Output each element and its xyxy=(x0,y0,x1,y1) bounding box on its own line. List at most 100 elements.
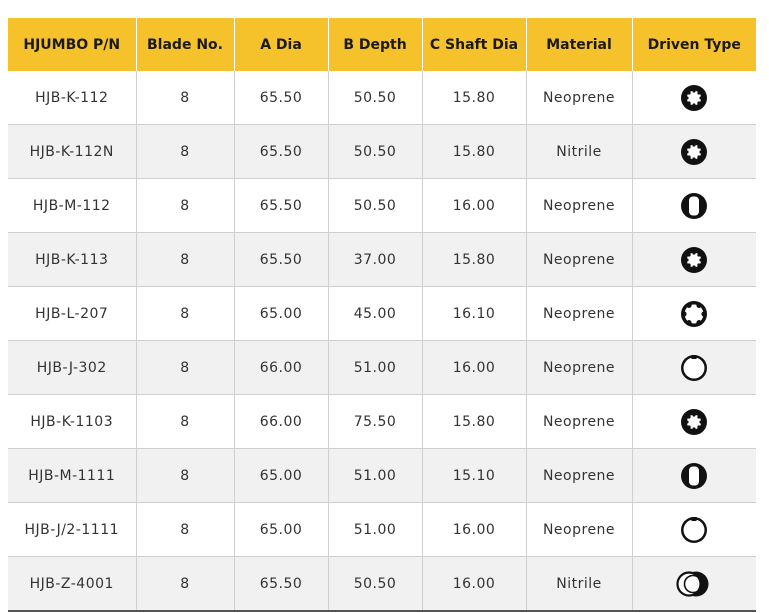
cell-a-dia: 65.50 xyxy=(234,556,329,612)
table-row: HJB-K-1103 8 66.00 75.50 15.80 Neoprene xyxy=(8,394,756,449)
cell-material: Neoprene xyxy=(526,178,633,233)
cell-part-number: HJB-K-112N xyxy=(8,124,137,179)
cell-driven-type xyxy=(632,232,756,287)
table-row: HJB-K-113 8 65.50 37.00 15.80 Neoprene xyxy=(8,232,756,287)
column-header-c-shaft-dia: C Shaft Dia xyxy=(422,18,527,71)
column-header-part-number: HJUMBO P/N xyxy=(8,18,137,71)
cell-blade-no: 8 xyxy=(136,556,235,612)
cell-c-shaft-dia: 16.00 xyxy=(422,556,527,612)
cell-c-shaft-dia: 15.80 xyxy=(422,394,527,449)
cell-a-dia: 65.50 xyxy=(234,232,329,287)
table-row: HJB-M-112 8 65.50 50.50 16.00 Neoprene xyxy=(8,178,756,233)
cell-b-depth: 37.00 xyxy=(328,232,423,287)
double-flat-icon xyxy=(679,461,709,491)
cell-c-shaft-dia: 16.00 xyxy=(422,340,527,395)
cell-blade-no: 8 xyxy=(136,71,235,125)
table-row: HJB-J-302 8 66.00 51.00 16.00 Neoprene xyxy=(8,340,756,395)
cell-part-number: HJB-J-302 xyxy=(8,340,137,395)
keyed-ring-icon xyxy=(679,515,709,545)
cell-blade-no: 8 xyxy=(136,124,235,179)
table-row: HJB-M-1111 8 65.00 51.00 15.10 Neoprene xyxy=(8,448,756,503)
spline-ring-icon xyxy=(679,299,709,329)
cell-b-depth: 51.00 xyxy=(328,448,423,503)
double-flat-icon xyxy=(679,191,709,221)
cell-a-dia: 66.00 xyxy=(234,394,329,449)
cell-a-dia: 65.50 xyxy=(234,71,329,125)
cell-driven-type xyxy=(632,448,756,503)
column-header-a-dia: A Dia xyxy=(234,18,329,71)
cell-material: Neoprene xyxy=(526,340,633,395)
cell-blade-no: 8 xyxy=(136,340,235,395)
cell-c-shaft-dia: 15.10 xyxy=(422,448,527,503)
cell-a-dia: 65.00 xyxy=(234,502,329,557)
cell-blade-no: 8 xyxy=(136,286,235,341)
cell-driven-type xyxy=(632,124,756,179)
cell-part-number: HJB-M-1111 xyxy=(8,448,137,503)
cell-part-number: HJB-Z-4001 xyxy=(8,556,137,612)
cell-b-depth: 75.50 xyxy=(328,394,423,449)
cell-driven-type xyxy=(632,178,756,233)
cell-b-depth: 50.50 xyxy=(328,124,423,179)
table-row: HJB-Z-4001 8 65.50 50.50 16.00 Nitrile xyxy=(8,556,756,612)
cell-c-shaft-dia: 15.80 xyxy=(422,71,527,125)
cell-driven-type xyxy=(632,286,756,341)
cell-c-shaft-dia: 15.80 xyxy=(422,232,527,287)
table-row: HJB-J/2-1111 8 65.00 51.00 16.00 Neoprene xyxy=(8,502,756,557)
cell-material: Neoprene xyxy=(526,448,633,503)
cell-driven-type xyxy=(632,394,756,449)
offset-circles-icon xyxy=(674,569,714,599)
cell-material: Neoprene xyxy=(526,394,633,449)
cell-a-dia: 65.00 xyxy=(234,286,329,341)
keyed-ring-icon xyxy=(679,353,709,383)
cell-b-depth: 45.00 xyxy=(328,286,423,341)
cell-part-number: HJB-K-113 xyxy=(8,232,137,287)
table-row: HJB-K-112 8 65.50 50.50 15.80 Neoprene xyxy=(8,71,756,125)
cell-a-dia: 65.50 xyxy=(234,124,329,179)
cell-c-shaft-dia: 16.10 xyxy=(422,286,527,341)
cell-a-dia: 65.00 xyxy=(234,448,329,503)
gear-circle-icon xyxy=(679,83,709,113)
cell-b-depth: 50.50 xyxy=(328,71,423,125)
cell-driven-type xyxy=(632,556,756,612)
cell-part-number: HJB-M-112 xyxy=(8,178,137,233)
cell-material: Nitrile xyxy=(526,124,633,179)
cell-driven-type xyxy=(632,340,756,395)
header-row: HJUMBO P/N Blade No. A Dia B Depth C Sha… xyxy=(8,18,756,71)
cell-a-dia: 66.00 xyxy=(234,340,329,395)
column-header-b-depth: B Depth xyxy=(328,18,423,71)
cell-blade-no: 8 xyxy=(136,394,235,449)
cell-material: Nitrile xyxy=(526,556,633,612)
cell-blade-no: 8 xyxy=(136,232,235,287)
cell-b-depth: 51.00 xyxy=(328,502,423,557)
cell-c-shaft-dia: 16.00 xyxy=(422,178,527,233)
cell-a-dia: 65.50 xyxy=(234,178,329,233)
cell-driven-type xyxy=(632,502,756,557)
cell-part-number: HJB-K-1103 xyxy=(8,394,137,449)
gear-circle-icon xyxy=(679,245,709,275)
column-header-driven-type: Driven Type xyxy=(632,18,756,71)
cell-material: Neoprene xyxy=(526,71,633,125)
gear-circle-icon xyxy=(679,137,709,167)
impeller-spec-table: HJUMBO P/N Blade No. A Dia B Depth C Sha… xyxy=(8,18,756,612)
cell-part-number: HJB-J/2-1111 xyxy=(8,502,137,557)
column-header-blade-no: Blade No. xyxy=(136,18,235,71)
impeller-spec-table-container: HJUMBO P/N Blade No. A Dia B Depth C Sha… xyxy=(8,18,756,612)
cell-material: Neoprene xyxy=(526,286,633,341)
cell-blade-no: 8 xyxy=(136,448,235,503)
cell-c-shaft-dia: 15.80 xyxy=(422,124,527,179)
table-row: HJB-L-207 8 65.00 45.00 16.10 Neoprene xyxy=(8,286,756,341)
cell-b-depth: 50.50 xyxy=(328,178,423,233)
column-header-material: Material xyxy=(526,18,633,71)
cell-part-number: HJB-K-112 xyxy=(8,71,137,125)
cell-material: Neoprene xyxy=(526,502,633,557)
gear-circle-icon xyxy=(679,407,709,437)
cell-blade-no: 8 xyxy=(136,502,235,557)
cell-material: Neoprene xyxy=(526,232,633,287)
cell-b-depth: 50.50 xyxy=(328,556,423,612)
cell-driven-type xyxy=(632,71,756,125)
cell-c-shaft-dia: 16.00 xyxy=(422,502,527,557)
table-row: HJB-K-112N 8 65.50 50.50 15.80 Nitrile xyxy=(8,124,756,179)
cell-blade-no: 8 xyxy=(136,178,235,233)
cell-b-depth: 51.00 xyxy=(328,340,423,395)
cell-part-number: HJB-L-207 xyxy=(8,286,137,341)
